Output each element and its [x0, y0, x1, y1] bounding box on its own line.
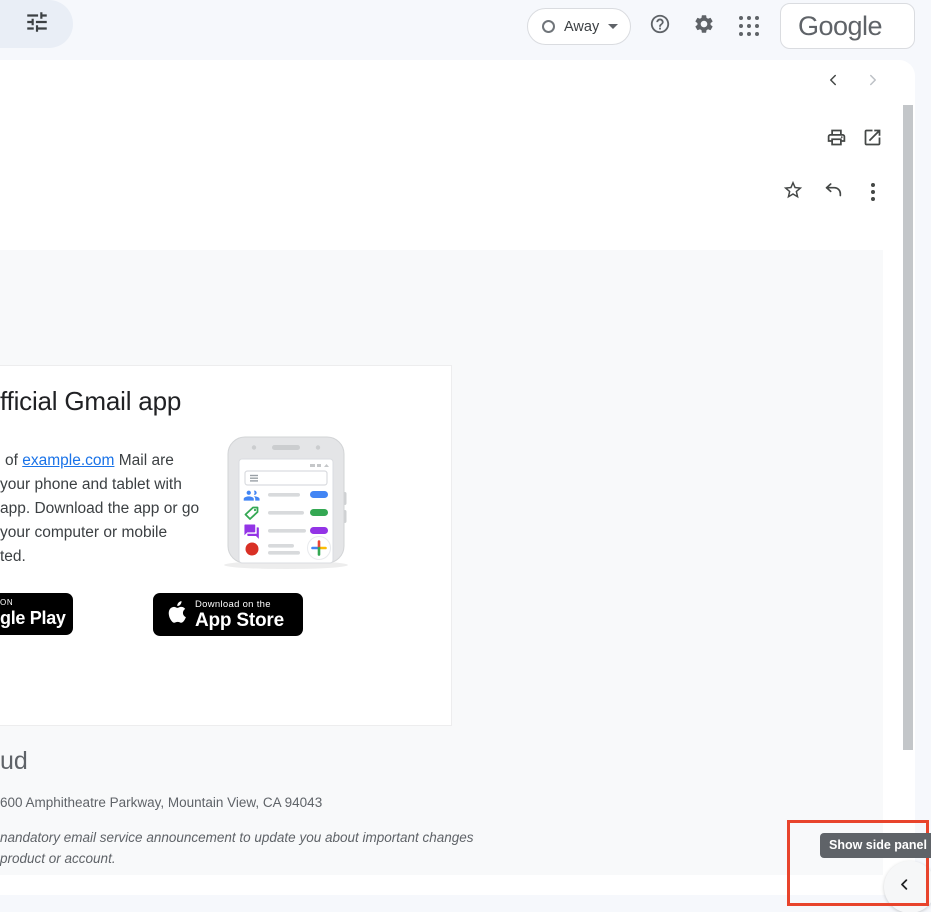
paragraph-line: app. Download the app or go	[0, 497, 199, 521]
chevron-right-icon	[864, 71, 882, 94]
older-email-button[interactable]	[853, 62, 893, 102]
paragraph-text: Mail are	[114, 452, 173, 469]
settings-button[interactable]	[684, 6, 724, 46]
email-paragraph: of example.com Mail are your phone and t…	[0, 449, 199, 569]
app-store-badge[interactable]: Download on the App Store	[153, 593, 303, 636]
email-heading: fficial Gmail app	[0, 386, 181, 417]
star-button[interactable]	[773, 172, 813, 212]
play-badge-bottom-text: gle Play	[0, 607, 73, 629]
appstore-badge-top-text: Download on the	[195, 599, 284, 610]
newer-email-button[interactable]	[813, 62, 853, 102]
gear-icon	[693, 13, 715, 40]
help-icon	[649, 13, 671, 40]
reply-button[interactable]	[813, 172, 853, 212]
vertical-scrollbar[interactable]	[903, 105, 913, 750]
email-view-panel: fficial Gmail app of example.com Mail ar…	[0, 60, 915, 895]
apple-icon	[165, 599, 187, 630]
footer-brand-fragment: ud	[0, 747, 28, 776]
paragraph-line: your phone and tablet with	[0, 473, 199, 497]
apps-button[interactable]	[729, 6, 769, 46]
more-vert-icon	[871, 183, 875, 201]
star-icon	[782, 179, 804, 206]
status-selector[interactable]: Away	[527, 8, 631, 45]
footer-disclaimer: nandatory email service announcement to …	[0, 828, 474, 869]
more-options-button[interactable]	[853, 172, 893, 212]
show-side-panel-tooltip: Show side panel	[820, 833, 931, 858]
print-button[interactable]	[816, 120, 856, 160]
disclaimer-line: product or account.	[0, 849, 474, 870]
show-side-panel-button[interactable]	[884, 861, 931, 912]
paragraph-line: ted.	[0, 545, 199, 569]
chevron-left-icon	[897, 877, 912, 897]
chevron-down-icon	[608, 24, 618, 29]
help-button[interactable]	[640, 6, 680, 46]
reply-icon	[822, 179, 844, 206]
phone-illustration	[222, 436, 350, 572]
apps-grid-icon	[739, 16, 759, 36]
footer-address: 600 Amphitheatre Parkway, Mountain View,…	[0, 795, 322, 810]
printer-icon	[826, 127, 847, 153]
email-body-background: fficial Gmail app of example.com Mail ar…	[0, 250, 883, 875]
top-header: Away Google	[0, 0, 931, 60]
example-link[interactable]: example.com	[22, 452, 114, 469]
paragraph-text: of	[5, 452, 22, 469]
paragraph-line: your computer or mobile	[0, 521, 199, 545]
play-badge-top-text: ON	[0, 598, 73, 607]
google-play-badge[interactable]: ON gle Play	[0, 593, 73, 635]
search-options-button[interactable]	[0, 0, 73, 48]
appstore-badge-bottom-text: App Store	[195, 610, 284, 631]
open-in-new-icon	[862, 127, 883, 153]
chevron-left-icon	[824, 71, 842, 94]
status-label: Away	[564, 19, 599, 35]
google-logo: Google	[798, 11, 882, 42]
email-content-card: fficial Gmail app of example.com Mail ar…	[0, 365, 452, 726]
status-circle-icon	[542, 20, 555, 33]
google-account-button[interactable]: Google	[780, 3, 915, 49]
open-in-new-button[interactable]	[852, 120, 892, 160]
paragraph-line: of example.com Mail are	[0, 449, 199, 473]
tune-icon	[24, 9, 50, 40]
disclaimer-line: nandatory email service announcement to …	[0, 828, 474, 849]
